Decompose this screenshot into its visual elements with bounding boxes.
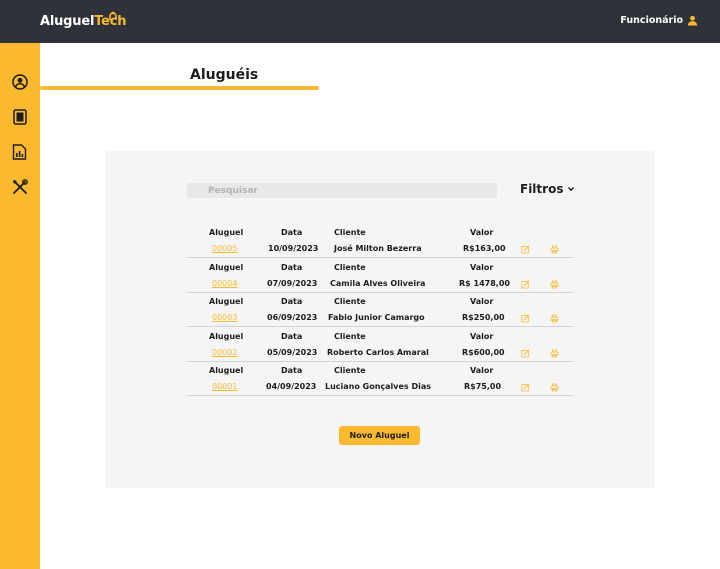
print-icon[interactable]	[549, 382, 559, 392]
user-menu[interactable]: Funcionário	[620, 15, 698, 26]
header-cliente: Cliente	[334, 366, 366, 375]
rental-code-link[interactable]: 00005	[212, 244, 237, 253]
rental-value: R$250,00	[462, 313, 505, 322]
header-data: Data	[281, 297, 303, 306]
print-icon[interactable]	[549, 244, 559, 254]
rental-value: R$ 1478,00	[459, 279, 510, 288]
chevron-down-icon	[568, 187, 575, 192]
report-chart-icon[interactable]	[11, 143, 28, 160]
edit-icon[interactable]	[520, 279, 530, 289]
sidebar	[0, 43, 40, 569]
edit-icon[interactable]	[520, 244, 530, 254]
rental-client: José Milton Bezerra	[334, 244, 422, 253]
logo-main-text: Aluguel	[40, 14, 95, 29]
header-cliente: Cliente	[334, 263, 366, 272]
header-data: Data	[281, 332, 303, 341]
rentals-panel: Filtros Aluguel Data Cliente Valor 00005…	[105, 151, 655, 488]
header-data: Data	[281, 228, 303, 237]
header-valor: Valor	[470, 263, 494, 272]
rental-client: Fabio Junior Camargo	[328, 313, 425, 322]
top-bar: AluguelTech Funcionário	[0, 0, 720, 43]
header-valor: Valor	[470, 332, 494, 341]
rental-date: 07/09/2023	[267, 279, 318, 288]
header-valor: Valor	[470, 228, 494, 237]
rental-value: R$600,00	[462, 348, 505, 357]
header-valor: Valor	[470, 297, 494, 306]
rental-date: 04/09/2023	[266, 382, 317, 391]
print-icon[interactable]	[549, 279, 559, 289]
user-icon	[687, 15, 698, 26]
table-row: Aluguel Data Cliente Valor 00005 10/09/2…	[187, 223, 573, 258]
header-aluguel: Aluguel	[209, 228, 244, 237]
header-cliente: Cliente	[334, 332, 366, 341]
table-row: Aluguel Data Cliente Valor 00001 04/09/2…	[187, 361, 573, 396]
header-aluguel: Aluguel	[209, 263, 244, 272]
table-row: Aluguel Data Cliente Valor 00004 07/09/2…	[187, 258, 573, 293]
new-rental-button[interactable]: Novo Aluguel	[339, 426, 420, 445]
print-icon[interactable]	[549, 348, 559, 358]
header-data: Data	[281, 366, 303, 375]
tools-icon[interactable]	[11, 178, 28, 195]
rental-client: Camila Alves Oliveira	[330, 279, 426, 288]
user-label: Funcionário	[620, 15, 683, 26]
header-aluguel: Aluguel	[209, 297, 244, 306]
rental-date: 05/09/2023	[267, 348, 318, 357]
search-input[interactable]	[187, 183, 497, 198]
rental-date: 06/09/2023	[267, 313, 318, 322]
filters-dropdown[interactable]: Filtros	[520, 182, 575, 196]
header-cliente: Cliente	[334, 228, 366, 237]
rental-code-link[interactable]: 00003	[212, 313, 237, 322]
table-row: Aluguel Data Cliente Valor 00002 05/09/2…	[187, 327, 573, 362]
table-row: Aluguel Data Cliente Valor 00003 06/09/2…	[187, 292, 573, 327]
logo-mark-icon	[109, 11, 117, 20]
filters-label: Filtros	[520, 182, 564, 196]
page-title: Aluguéis	[190, 67, 259, 83]
edit-icon[interactable]	[520, 313, 530, 323]
header-aluguel: Aluguel	[209, 332, 244, 341]
rental-code-link[interactable]: 00002	[212, 348, 237, 357]
rental-code-link[interactable]: 00004	[212, 279, 237, 288]
rental-client: Roberto Carlos Amaral	[327, 348, 429, 357]
rental-date: 10/09/2023	[268, 244, 319, 253]
header-aluguel: Aluguel	[209, 366, 244, 375]
header-valor: Valor	[470, 366, 494, 375]
rental-value: R$75,00	[464, 382, 502, 391]
edit-icon[interactable]	[520, 382, 530, 392]
rental-code-link[interactable]: 00001	[212, 382, 237, 391]
user-circle-icon[interactable]	[11, 73, 28, 90]
rental-client: Luciano Gonçalves Dias	[325, 382, 432, 391]
header-cliente: Cliente	[334, 297, 366, 306]
edit-icon[interactable]	[520, 348, 530, 358]
rental-value: R$163,00	[463, 244, 506, 253]
header-data: Data	[281, 263, 303, 272]
print-icon[interactable]	[549, 313, 559, 323]
document-icon[interactable]	[11, 108, 28, 125]
title-underline	[40, 86, 319, 90]
